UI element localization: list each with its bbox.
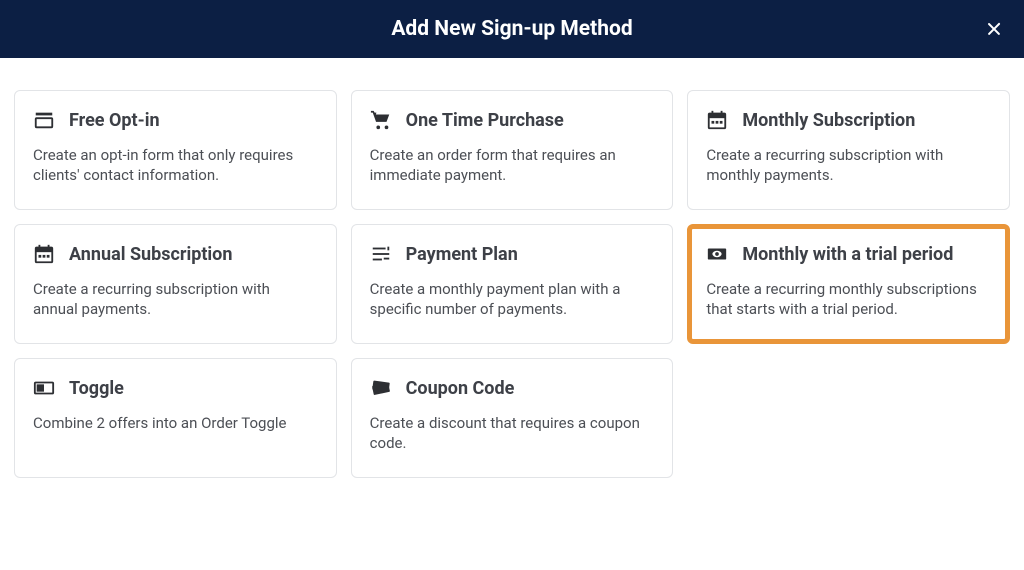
card-title: One Time Purchase <box>406 110 564 131</box>
card-header: Annual Subscription <box>33 243 318 265</box>
card-monthly-trial[interactable]: Monthly with a trial period Create a rec… <box>687 224 1010 344</box>
card-title: Annual Subscription <box>69 244 232 265</box>
card-free-opt-in[interactable]: Free Opt-in Create an opt-in form that o… <box>14 90 337 210</box>
card-header: Free Opt-in <box>33 109 318 131</box>
calendar-icon <box>33 243 55 265</box>
toggle-icon <box>33 377 55 399</box>
modal-header: Add New Sign-up Method <box>0 0 1024 58</box>
calendar-icon <box>706 109 728 131</box>
card-desc: Create a recurring monthly subscriptions… <box>706 279 991 320</box>
card-desc: Create a discount that requires a coupon… <box>370 413 655 454</box>
cart-icon <box>370 109 392 131</box>
card-header: One Time Purchase <box>370 109 655 131</box>
card-title: Coupon Code <box>406 378 515 399</box>
card-header: Coupon Code <box>370 377 655 399</box>
card-desc: Create a monthly payment plan with a spe… <box>370 279 655 320</box>
method-grid: Free Opt-in Create an opt-in form that o… <box>14 90 1010 478</box>
card-toggle[interactable]: Toggle Combine 2 offers into an Order To… <box>14 358 337 478</box>
card-coupon-code[interactable]: Coupon Code Create a discount that requi… <box>351 358 674 478</box>
card-title: Payment Plan <box>406 244 518 265</box>
card-title: Monthly Subscription <box>742 110 915 131</box>
modal-title: Add New Sign-up Method <box>391 17 632 41</box>
card-annual-subscription[interactable]: Annual Subscription Create a recurring s… <box>14 224 337 344</box>
card-monthly-subscription[interactable]: Monthly Subscription Create a recurring … <box>687 90 1010 210</box>
eye-icon <box>706 243 728 265</box>
modal-content: Free Opt-in Create an opt-in form that o… <box>0 58 1024 510</box>
card-desc: Create a recurring subscription with ann… <box>33 279 318 320</box>
card-one-time-purchase[interactable]: One Time Purchase Create an order form t… <box>351 90 674 210</box>
card-desc: Combine 2 offers into an Order Toggle <box>33 413 318 433</box>
card-desc: Create a recurring subscription with mon… <box>706 145 991 186</box>
card-payment-plan[interactable]: Payment Plan Create a monthly payment pl… <box>351 224 674 344</box>
list-icon <box>370 243 392 265</box>
card-title: Free Opt-in <box>69 110 160 131</box>
coupon-icon <box>370 377 392 399</box>
card-header: Toggle <box>33 377 318 399</box>
card-header: Monthly Subscription <box>706 109 991 131</box>
close-button[interactable] <box>986 17 1002 41</box>
card-desc: Create an opt-in form that only requires… <box>33 145 318 186</box>
card-desc: Create an order form that requires an im… <box>370 145 655 186</box>
card-header: Payment Plan <box>370 243 655 265</box>
card-header: Monthly with a trial period <box>706 243 991 265</box>
form-icon <box>33 109 55 131</box>
card-title: Monthly with a trial period <box>742 244 953 265</box>
card-title: Toggle <box>69 378 124 399</box>
